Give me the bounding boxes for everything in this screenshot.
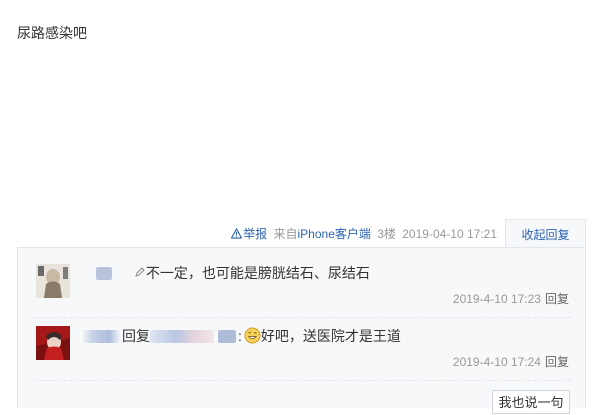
reply-colon: : <box>238 328 242 344</box>
reply-button[interactable]: 回复 <box>545 355 569 369</box>
say-something-button[interactable]: 我也说一句 <box>492 390 570 414</box>
pencil-icon <box>135 267 145 277</box>
reply-time: 2019-4-10 17:24 <box>452 355 541 369</box>
report-label[interactable]: 举报 <box>243 227 267 241</box>
reply-footer: 2019-4-10 17:23 回复 <box>453 290 569 307</box>
target-username-redacted[interactable] <box>150 330 214 343</box>
post-text: 尿路感染吧 <box>17 25 87 41</box>
reply-button[interactable]: 回复 <box>545 292 569 306</box>
collapse-replies-button[interactable]: 收起回复 <box>505 219 586 247</box>
reply-time: 2019-4-10 17:23 <box>452 292 541 306</box>
reply-content: 回复: 好吧，送医院才是王道 <box>80 327 401 345</box>
client-link[interactable]: iPhone客户端 <box>298 227 371 241</box>
floor-number: 3楼 <box>377 227 396 241</box>
reply-content: 不一定，也可能是膀胱结石、尿结石 <box>80 264 370 282</box>
reply-box: 不一定，也可能是膀胱结石、尿结石 2019-4-10 17:23 回复 回复: 好… <box>17 247 586 408</box>
reply-divider <box>34 317 571 318</box>
reply-prefix: 回复 <box>122 328 150 344</box>
target-username-redacted <box>218 330 236 343</box>
username-redacted[interactable] <box>80 330 122 343</box>
post-datetime: 2019-04-10 17:21 <box>402 227 497 241</box>
reply-text: 不一定，也可能是膀胱结石、尿结石 <box>145 265 370 281</box>
warning-icon <box>231 228 243 239</box>
username-redacted[interactable] <box>96 267 112 280</box>
avatar[interactable] <box>36 264 70 298</box>
reply-footer: 2019-4-10 17:24 回复 <box>453 353 569 370</box>
smile-emoji-icon <box>244 327 261 344</box>
reply-divider <box>34 380 571 381</box>
reply-text: 好吧，送医院才是王道 <box>260 328 401 344</box>
avatar[interactable] <box>36 326 70 360</box>
reply-item: 回复: 好吧，送医院才是王道 2019-4-10 17:24 回复 <box>34 326 571 376</box>
source-prefix: 来自 <box>273 227 298 241</box>
reply-item: 不一定，也可能是膀胱结石、尿结石 2019-4-10 17:23 回复 <box>34 264 571 314</box>
report-link[interactable]: 举报 <box>231 227 270 241</box>
post-meta: 举报 来自iPhone客户端 3楼 2019-04-10 17:21 <box>0 224 497 244</box>
